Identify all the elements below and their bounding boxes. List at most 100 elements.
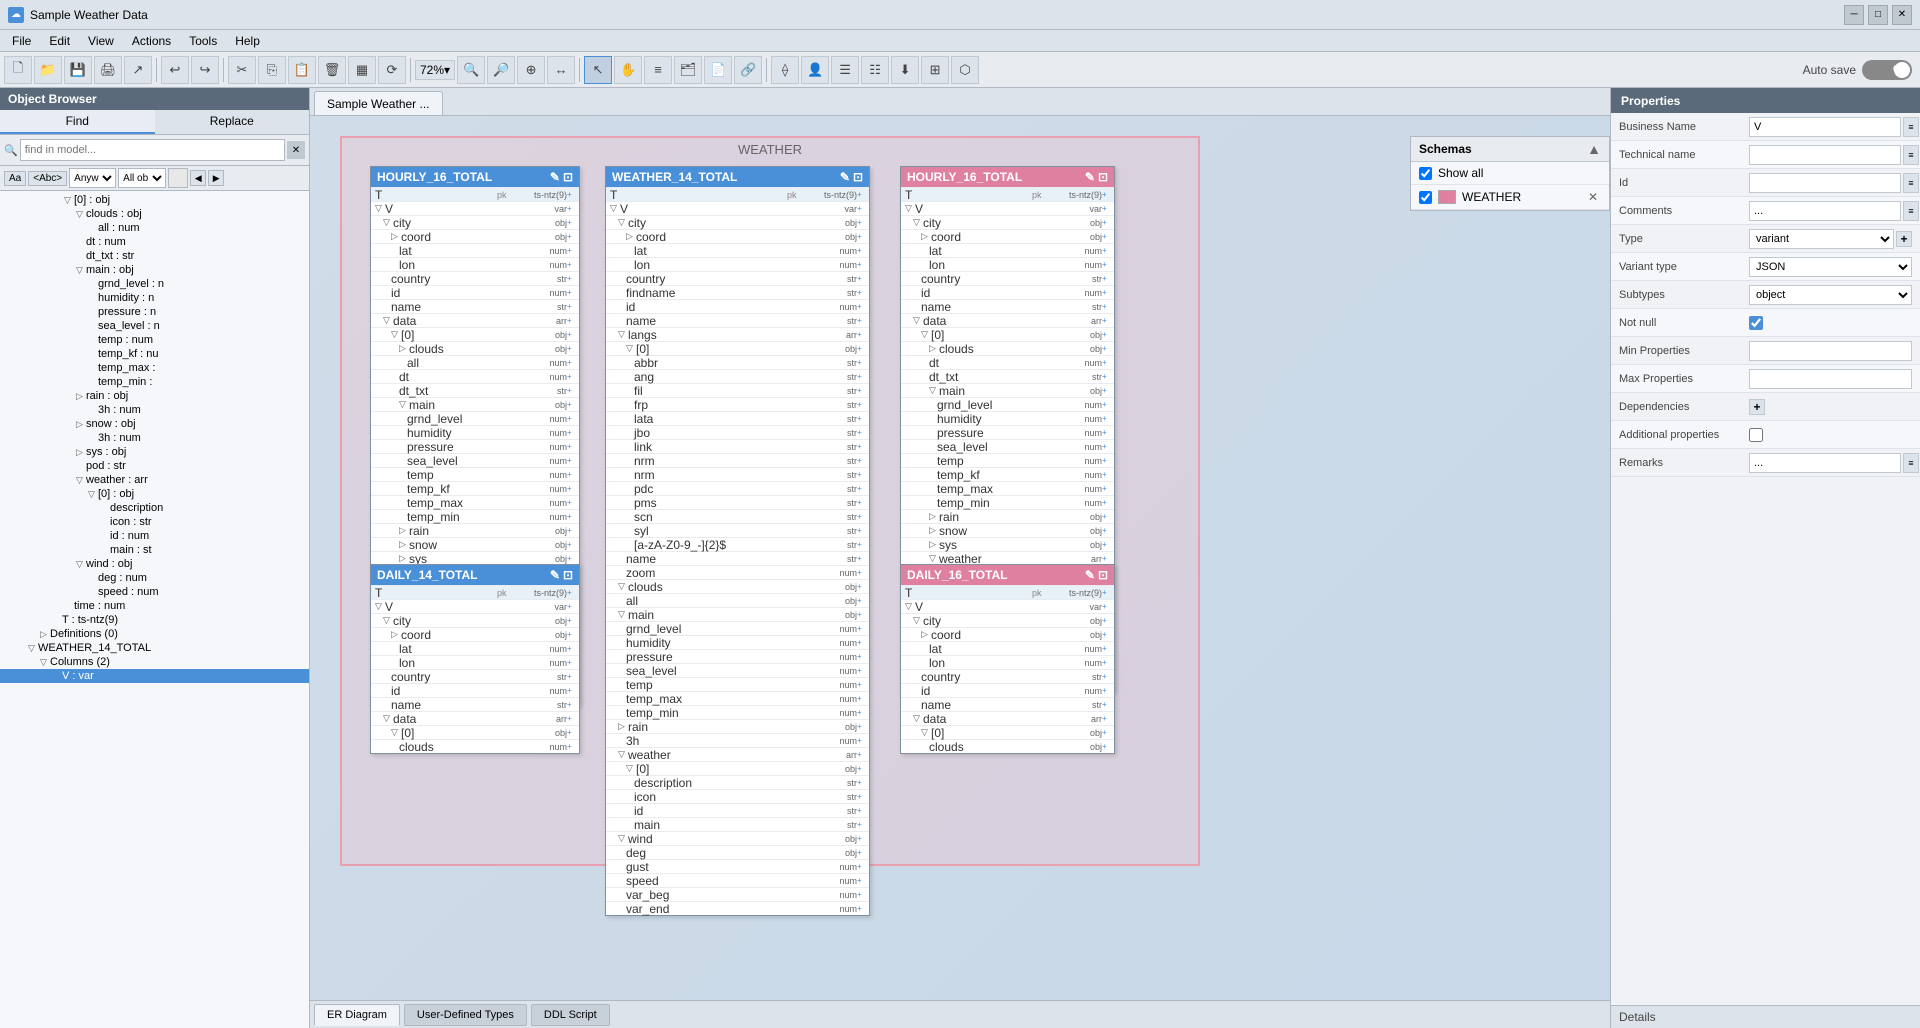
additional-props-checkbox[interactable]	[1749, 428, 1763, 442]
remarks-input[interactable]	[1749, 453, 1901, 473]
tree-item[interactable]: ▷ snow : obj	[0, 417, 309, 431]
tree-item[interactable]: ▽ [0] : obj	[0, 193, 309, 207]
properties-footer[interactable]: Details	[1611, 1005, 1920, 1028]
nav-next[interactable]: ▶	[208, 170, 224, 186]
case-sensitive-toggle[interactable]: Aa	[4, 171, 26, 186]
comments-menu[interactable]: ≡	[1903, 201, 1919, 221]
show-all-checkbox[interactable]	[1419, 167, 1432, 180]
page-button[interactable]: 📄	[704, 56, 732, 84]
tree-item[interactable]: temp_min :	[0, 375, 309, 389]
menu-tools[interactable]: Tools	[181, 32, 225, 50]
split-button[interactable]: ⬡	[951, 56, 979, 84]
type-select[interactable]: All ob	[118, 168, 166, 188]
tree-item[interactable]: T : ts-ntz(9)	[0, 613, 309, 627]
open-button[interactable]: 📁	[34, 56, 62, 84]
tree-item[interactable]: temp_kf : nu	[0, 347, 309, 361]
menu-help[interactable]: Help	[227, 32, 268, 50]
tree-item[interactable]: ▽ [0] : obj	[0, 487, 309, 501]
tree-item[interactable]: speed : num	[0, 585, 309, 599]
export-button[interactable]: ↗	[124, 56, 152, 84]
remarks-menu[interactable]: ≡	[1903, 453, 1919, 473]
type-select[interactable]: variant string number boolean object arr…	[1749, 229, 1894, 249]
tree-item[interactable]: all : num	[0, 221, 309, 235]
cut-button[interactable]: ✂	[228, 56, 256, 84]
minimize-button[interactable]: ─	[1844, 5, 1864, 25]
hand-tool[interactable]: ✋	[614, 56, 642, 84]
abc-filter[interactable]: <Abc>	[28, 171, 67, 186]
connect-button[interactable]: ⟠	[771, 56, 799, 84]
technical-name-input[interactable]	[1749, 145, 1901, 165]
tree-item[interactable]: ▽ wind : obj	[0, 557, 309, 571]
tree-item[interactable]: V : var	[0, 669, 309, 683]
list2-button[interactable]: ☷	[861, 56, 889, 84]
fit-page-button[interactable]: ↔	[547, 56, 575, 84]
paste-button[interactable]: 📋	[288, 56, 316, 84]
autosave-toggle[interactable]: Off	[1862, 60, 1912, 80]
tree-item[interactable]: temp : num	[0, 333, 309, 347]
tree-item[interactable]: ▽ Columns (2)	[0, 655, 309, 669]
tab-user-defined-types[interactable]: User-Defined Types	[404, 1004, 527, 1026]
search-clear-button[interactable]: ✕	[287, 141, 305, 159]
close-button[interactable]: ✕	[1892, 5, 1912, 25]
tree-item[interactable]: 3h : num	[0, 403, 309, 417]
tree-item[interactable]: pressure : n	[0, 305, 309, 319]
tab-er-diagram[interactable]: ER Diagram	[314, 1004, 400, 1026]
weather-schema-checkbox[interactable]	[1419, 191, 1432, 204]
refresh-button[interactable]: ⟳	[378, 56, 406, 84]
tree-item[interactable]: dt_txt : str	[0, 249, 309, 263]
tree-item[interactable]: sea_level : n	[0, 319, 309, 333]
color-filter[interactable]	[168, 168, 188, 188]
tree-item[interactable]: ▽ WEATHER_14_TOTAL	[0, 641, 309, 655]
subtypes-select[interactable]: object array	[1749, 285, 1912, 305]
type-add-button[interactable]: +	[1896, 231, 1912, 247]
new-button[interactable]: 🗋	[4, 56, 32, 84]
tree-item[interactable]: dt : num	[0, 235, 309, 249]
schema-show-all-row[interactable]: Show all	[1411, 162, 1609, 185]
tree-item[interactable]: main : st	[0, 543, 309, 557]
list-button[interactable]: ☰	[831, 56, 859, 84]
tree-item[interactable]: humidity : n	[0, 291, 309, 305]
zoom-out-button[interactable]: 🔎	[487, 56, 515, 84]
menu-file[interactable]: File	[4, 32, 39, 50]
menu-actions[interactable]: Actions	[124, 32, 179, 50]
business-name-input[interactable]	[1749, 117, 1901, 137]
zoom-in-button[interactable]: 🔍	[457, 56, 485, 84]
technical-name-menu[interactable]: ≡	[1903, 145, 1919, 165]
tree-item[interactable]: temp_max :	[0, 361, 309, 375]
variant-type-select[interactable]: JSON XML	[1749, 257, 1912, 277]
copy-button[interactable]: ⎘	[258, 56, 286, 84]
menu-edit[interactable]: Edit	[41, 32, 78, 50]
tree-item[interactable]: id : num	[0, 529, 309, 543]
not-null-checkbox[interactable]	[1749, 316, 1763, 330]
zoom-display[interactable]: 72% ▾	[415, 60, 455, 80]
tree-item[interactable]: ▷ rain : obj	[0, 389, 309, 403]
link-button[interactable]: 🔗	[734, 56, 762, 84]
tab-ddl-script[interactable]: DDL Script	[531, 1004, 610, 1026]
tree-item[interactable]: pod : str	[0, 459, 309, 473]
er-table-daily-14[interactable]: DAILY_14_TOTAL ✎⊡ Tpkts-ntz(9)+ ▽Vvar+ ▽…	[370, 564, 580, 754]
max-properties-input[interactable]	[1749, 369, 1912, 389]
search-input[interactable]	[20, 139, 285, 161]
nav-prev[interactable]: ◀	[190, 170, 206, 186]
tree-item[interactable]: grnd_level : n	[0, 277, 309, 291]
id-menu[interactable]: ≡	[1903, 173, 1919, 193]
diagram-area[interactable]: WEATHER HOURLY_16_TOTAL ✎⊡ Tpkts-ntz(9)+…	[310, 116, 1610, 1000]
print-button[interactable]: 🖨	[94, 56, 122, 84]
replace-tab[interactable]: Replace	[155, 110, 310, 134]
tree-item[interactable]: ▽ main : obj	[0, 263, 309, 277]
tree-item[interactable]: ▽ weather : arr	[0, 473, 309, 487]
weather-schema-close[interactable]: ✕	[1585, 189, 1601, 205]
tree-item[interactable]: 3h : num	[0, 431, 309, 445]
tree-item[interactable]: ▽ clouds : obj	[0, 207, 309, 221]
maximize-button[interactable]: □	[1868, 5, 1888, 25]
min-properties-input[interactable]	[1749, 341, 1912, 361]
dependencies-add-button[interactable]: +	[1749, 399, 1765, 415]
redo-button[interactable]: ↪	[191, 56, 219, 84]
zoom-fit-button[interactable]: ⊕	[517, 56, 545, 84]
menu-view[interactable]: View	[80, 32, 122, 50]
tree-item[interactable]: icon : str	[0, 515, 309, 529]
business-name-menu[interactable]: ≡	[1903, 117, 1919, 137]
tab-sample-weather[interactable]: Sample Weather ...	[314, 91, 443, 115]
select-tool[interactable]: ↖	[584, 56, 612, 84]
delete-button[interactable]: 🗑	[318, 56, 346, 84]
